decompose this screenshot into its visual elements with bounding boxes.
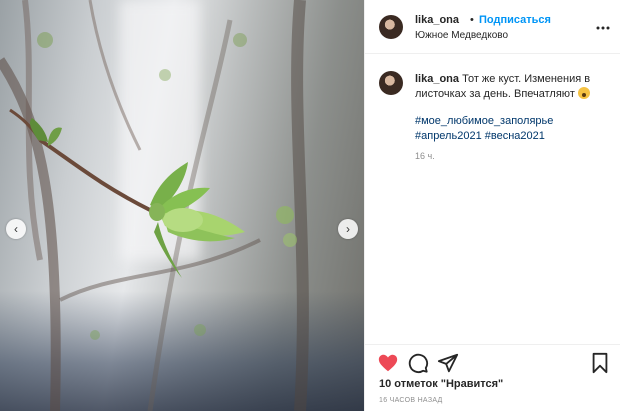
share-button[interactable] (437, 352, 459, 374)
author-username[interactable]: lika_ona (415, 14, 459, 26)
post-photo[interactable]: ‹ › (0, 0, 364, 411)
caption-age: 16 ч. (415, 151, 435, 161)
heart-icon (378, 354, 398, 372)
bookmark-icon (592, 352, 608, 374)
avatar[interactable] (379, 15, 403, 39)
post-side-panel: lika_ona • Подписаться Южное Медведково … (364, 0, 620, 411)
follow-button[interactable]: Подписаться (479, 14, 551, 26)
caption-text: lika_ona Тот же куст. Изменения в листоч… (415, 72, 611, 102)
comment-icon (408, 353, 429, 374)
post-location[interactable]: Южное Медведково (415, 30, 508, 41)
previous-photo-button[interactable]: ‹ (6, 219, 26, 239)
hashtag-link[interactable]: #апрель2021 #весна2021 (415, 129, 611, 144)
comment-button[interactable] (407, 352, 429, 374)
avatar[interactable] (379, 71, 403, 95)
instagram-post: ‹ › lika_ona • Подписаться Южное Медведк… (0, 0, 620, 411)
hashtag-link[interactable]: #мое_любимое_заполярье (415, 114, 611, 129)
caption-username[interactable]: lika_ona (415, 73, 459, 85)
more-options-icon[interactable] (595, 20, 611, 36)
post-timestamp: 16 ЧАСОВ НАЗАД (379, 397, 443, 404)
astonished-face-emoji-icon (577, 87, 590, 99)
post-caption: lika_ona Тот же куст. Изменения в листоч… (365, 54, 620, 344)
share-icon (437, 353, 459, 373)
caption-hashtags: #мое_любимое_заполярье #апрель2021 #весн… (415, 114, 611, 144)
like-button[interactable] (377, 352, 399, 374)
post-actions: 10 отметок "Нравится" 16 ЧАСОВ НАЗАД (365, 344, 620, 411)
post-header: lika_ona • Подписаться Южное Медведково (365, 0, 620, 54)
separator-dot: • (470, 14, 474, 26)
next-photo-button[interactable]: › (338, 219, 358, 239)
likes-count[interactable]: 10 отметок "Нравится" (379, 378, 503, 390)
lilac-bud-scene (0, 0, 309, 411)
save-button[interactable] (589, 352, 611, 374)
